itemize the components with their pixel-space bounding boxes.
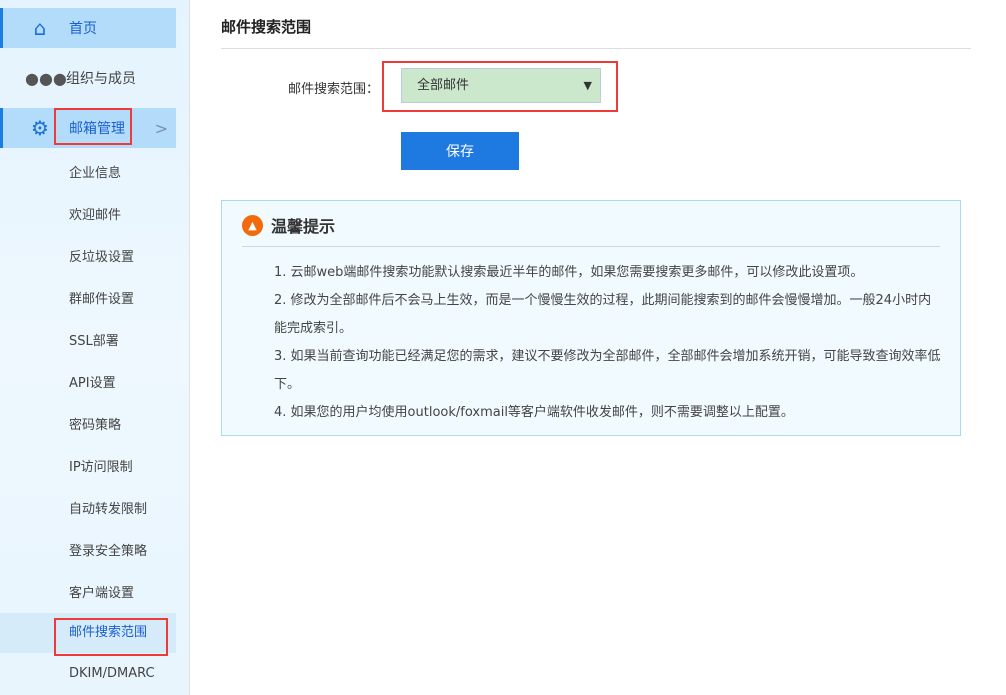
tip-panel: ▲ 温馨提示 1. 云邮web端邮件搜索功能默认搜索最近半年的邮件，如果您需要搜索… <box>221 200 961 436</box>
tip-line: 1. 云邮web端邮件搜索功能默认搜索最近半年的邮件，如果您需要搜索更多邮件，可… <box>274 265 864 280</box>
alarm-icon: ▲ <box>242 214 263 236</box>
tip-line: 4. 如果您的用户均使用outlook/foxmail等客户端软件收发邮件，则不… <box>274 405 794 420</box>
divider <box>242 246 940 247</box>
tip-line: 2. 修改为全部邮件后不会马上生效，而是一个慢慢生效的过程，此期间能搜索到的邮件… <box>274 293 932 336</box>
tip-title: 温馨提示 <box>271 217 336 236</box>
highlight-box <box>382 61 618 112</box>
sub-item[interactable]: DKIM/DMARC <box>69 666 155 681</box>
sub-item[interactable]: 群邮件设置 <box>69 288 134 307</box>
save-button[interactable]: 保存 <box>401 132 519 170</box>
sub-item[interactable]: 客户端设置 <box>69 582 134 601</box>
highlight-box <box>54 618 168 656</box>
sub-item[interactable]: 反垃圾设置 <box>69 246 134 265</box>
sub-item[interactable]: 欢迎邮件 <box>69 204 121 223</box>
sub-item[interactable]: SSL部署 <box>69 330 119 349</box>
users-icon: ●●● <box>25 68 67 88</box>
nav-home[interactable]: ⌂ 首页 <box>0 8 176 48</box>
tip-line: 3. 如果当前查询功能已经满足您的需求，建议不要修改为全部邮件，全部邮件会增加系… <box>274 349 941 392</box>
highlight-box <box>54 108 132 145</box>
sidebar: ⌂ 首页 ●●● 组织与成员 ⚙ 邮箱管理 > 企业信息 欢迎邮件 反垃圾设置 群邮件设… <box>0 0 190 695</box>
sub-item[interactable]: 自动转发限制 <box>69 498 147 517</box>
sub-item[interactable]: API设置 <box>69 372 116 391</box>
divider <box>221 48 971 49</box>
sub-item[interactable]: IP访问限制 <box>69 456 133 475</box>
chevron-right-icon: > <box>154 118 168 138</box>
sub-item[interactable]: 企业信息 <box>69 162 121 181</box>
page-title: 邮件搜索范围 <box>221 18 312 36</box>
gear-icon: ⚙ <box>31 116 49 140</box>
field-label: 邮件搜索范围： <box>288 82 380 97</box>
nav-org-members[interactable]: ●●● 组织与成员 <box>0 58 176 98</box>
sub-item[interactable]: 登录安全策略 <box>69 540 147 559</box>
home-icon: ⌂ <box>33 16 47 40</box>
sub-item[interactable]: 密码策略 <box>69 414 121 433</box>
